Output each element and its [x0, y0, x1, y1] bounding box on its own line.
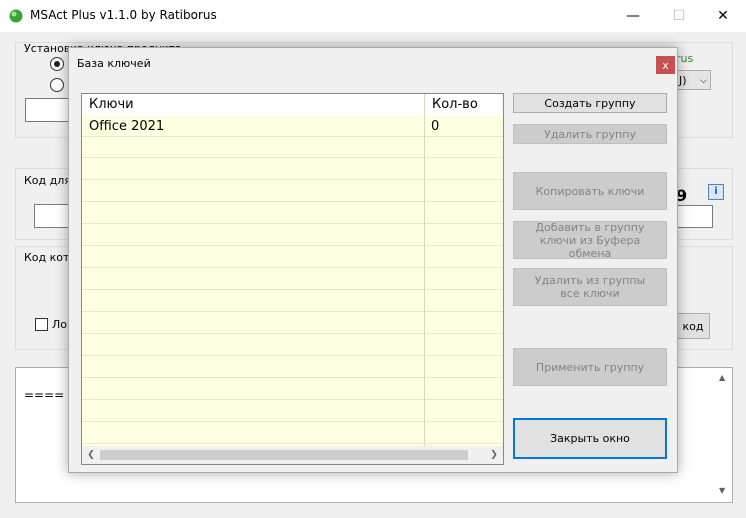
code-for-input-right[interactable] [676, 205, 713, 228]
delete-all-keys-button[interactable]: Удалить из группы все ключи [513, 268, 667, 306]
grid-body: Office 2021 0 [82, 116, 503, 446]
empty-row [82, 137, 503, 158]
column-header-count[interactable]: Кол-во [424, 94, 503, 116]
edition-dropdown[interactable]: J) ⌵ [676, 70, 711, 90]
scroll-down-icon[interactable]: ▼ [719, 486, 725, 495]
empty-row [82, 379, 503, 400]
maximize-button[interactable]: ☐ [656, 2, 702, 30]
code-button[interactable]: код [676, 313, 710, 339]
empty-row [82, 335, 503, 356]
key-database-dialog: База ключей x Ключи Кол-во Office 2021 0 [68, 47, 678, 473]
title-bar: MSAct Plus v1.1.0 by Ratiborus — ☐ ✕ [0, 0, 746, 32]
keys-grid[interactable]: Ключи Кол-во Office 2021 0 ❮ ❯ [81, 93, 504, 465]
cell-count: 0 [431, 119, 440, 134]
status-text: rus [676, 52, 694, 65]
checkbox-label: Ло [52, 318, 68, 331]
horizontal-scrollbar[interactable]: ❮ ❯ [82, 446, 503, 464]
empty-row [82, 269, 503, 290]
apply-group-button[interactable]: Применить группу [513, 348, 667, 386]
table-row[interactable]: Office 2021 0 [82, 116, 503, 137]
empty-row [82, 159, 503, 180]
empty-row [82, 357, 503, 378]
column-header-keys[interactable]: Ключи [82, 94, 424, 116]
empty-row [82, 313, 503, 334]
create-group-button[interactable]: Создать группу [513, 93, 667, 113]
info-icon[interactable]: i [708, 184, 724, 200]
copy-keys-button[interactable]: Копировать ключи [513, 172, 667, 210]
close-window-button[interactable]: Закрыть окно [513, 418, 667, 459]
dialog-title: База ключей [77, 57, 151, 70]
dialog-close-button[interactable]: x [656, 56, 675, 74]
chevron-down-icon: ⌵ [700, 76, 707, 86]
scroll-right-icon[interactable]: ❯ [485, 446, 503, 464]
minimize-button[interactable]: — [610, 2, 656, 30]
radio-option-1[interactable] [50, 57, 64, 71]
scrollbar-thumb[interactable] [100, 450, 468, 460]
column-separator [424, 94, 425, 446]
add-from-clipboard-button[interactable]: Добавить в группу ключи из Буфера обмена [513, 221, 667, 260]
empty-row [82, 225, 503, 246]
close-button[interactable]: ✕ [700, 2, 746, 30]
log-text: ==== I [24, 388, 72, 402]
empty-row [82, 181, 503, 202]
empty-row [82, 203, 503, 224]
code-for-label: Код для [24, 174, 71, 187]
product-key-input[interactable] [25, 98, 71, 122]
scroll-left-icon[interactable]: ❮ [82, 446, 100, 464]
empty-row [82, 247, 503, 268]
app-icon [9, 9, 23, 23]
checkbox[interactable] [35, 318, 48, 331]
radio-option-2[interactable] [50, 78, 64, 92]
edition-dropdown-value: J) [679, 74, 687, 87]
window-title: MSAct Plus v1.1.0 by Ratiborus [30, 8, 217, 22]
empty-row [82, 401, 503, 422]
delete-group-button[interactable]: Удалить группу [513, 124, 667, 144]
scroll-up-icon[interactable]: ▲ [719, 373, 725, 382]
cell-key: Office 2021 [89, 119, 165, 134]
empty-row [82, 291, 503, 312]
empty-row [82, 423, 503, 444]
